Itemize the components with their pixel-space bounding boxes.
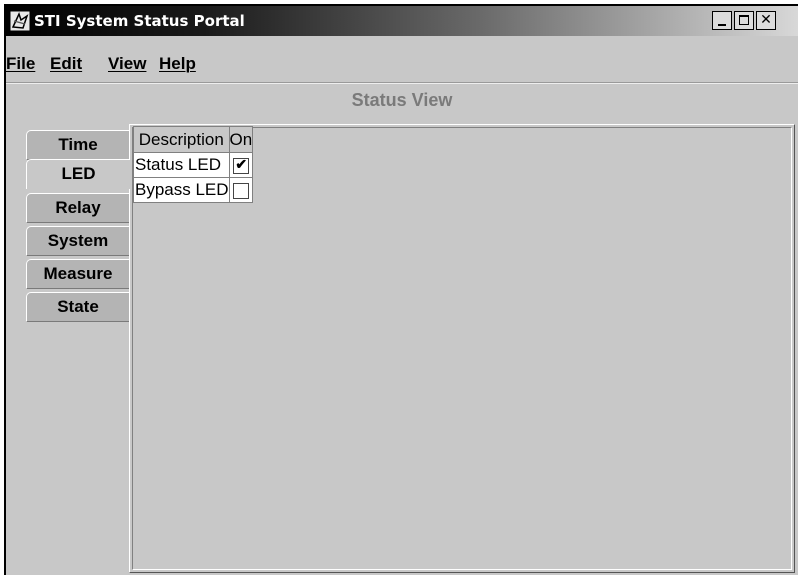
column-header-description[interactable]: Description (133, 126, 230, 153)
tab-led[interactable]: LED (26, 159, 130, 189)
status-led-checkbox[interactable]: ✔ (233, 155, 250, 174)
menu-edit[interactable]: Edit (50, 54, 82, 74)
row-on-cell[interactable]: ✔ (228, 152, 254, 178)
row-on-cell[interactable] (228, 177, 254, 203)
app-window: STI System Status Portal ✕ File Edit Vie… (4, 4, 798, 575)
view-title: Status View (351, 90, 453, 110)
menu-separator-highlight (6, 83, 798, 84)
title-bar[interactable]: STI System Status Portal ✕ (6, 6, 798, 36)
led-table: Description On Status LED ✔ Bypass LED (133, 126, 254, 203)
table-header-row: Description On (133, 126, 254, 153)
checkmark-icon: ✔ (235, 155, 248, 172)
row-description[interactable]: Status LED (133, 152, 230, 178)
table-row[interactable]: Bypass LED (133, 177, 254, 203)
table-row[interactable]: Status LED ✔ (133, 152, 254, 178)
menu-view[interactable]: View (108, 54, 146, 74)
menu-bar: File Edit View Help (6, 36, 798, 78)
minimize-icon (718, 24, 726, 26)
column-header-on[interactable]: On (228, 126, 254, 153)
tab-relay[interactable]: Relay (26, 193, 129, 223)
row-description[interactable]: Bypass LED (133, 177, 230, 203)
app-logo-icon (10, 11, 30, 31)
window-title: STI System Status Portal (34, 12, 245, 30)
menu-help[interactable]: Help (159, 54, 196, 74)
maximize-button[interactable] (734, 11, 754, 30)
maximize-icon (739, 15, 749, 25)
close-button[interactable]: ✕ (756, 11, 776, 30)
tab-time[interactable]: Time (26, 130, 129, 160)
menu-file[interactable]: File (6, 54, 35, 74)
close-icon: ✕ (760, 12, 772, 28)
tab-system[interactable]: System (26, 226, 129, 256)
bypass-led-checkbox[interactable] (233, 182, 250, 199)
tab-state[interactable]: State (26, 292, 129, 322)
tab-measure[interactable]: Measure (26, 259, 129, 289)
minimize-button[interactable] (712, 11, 732, 30)
